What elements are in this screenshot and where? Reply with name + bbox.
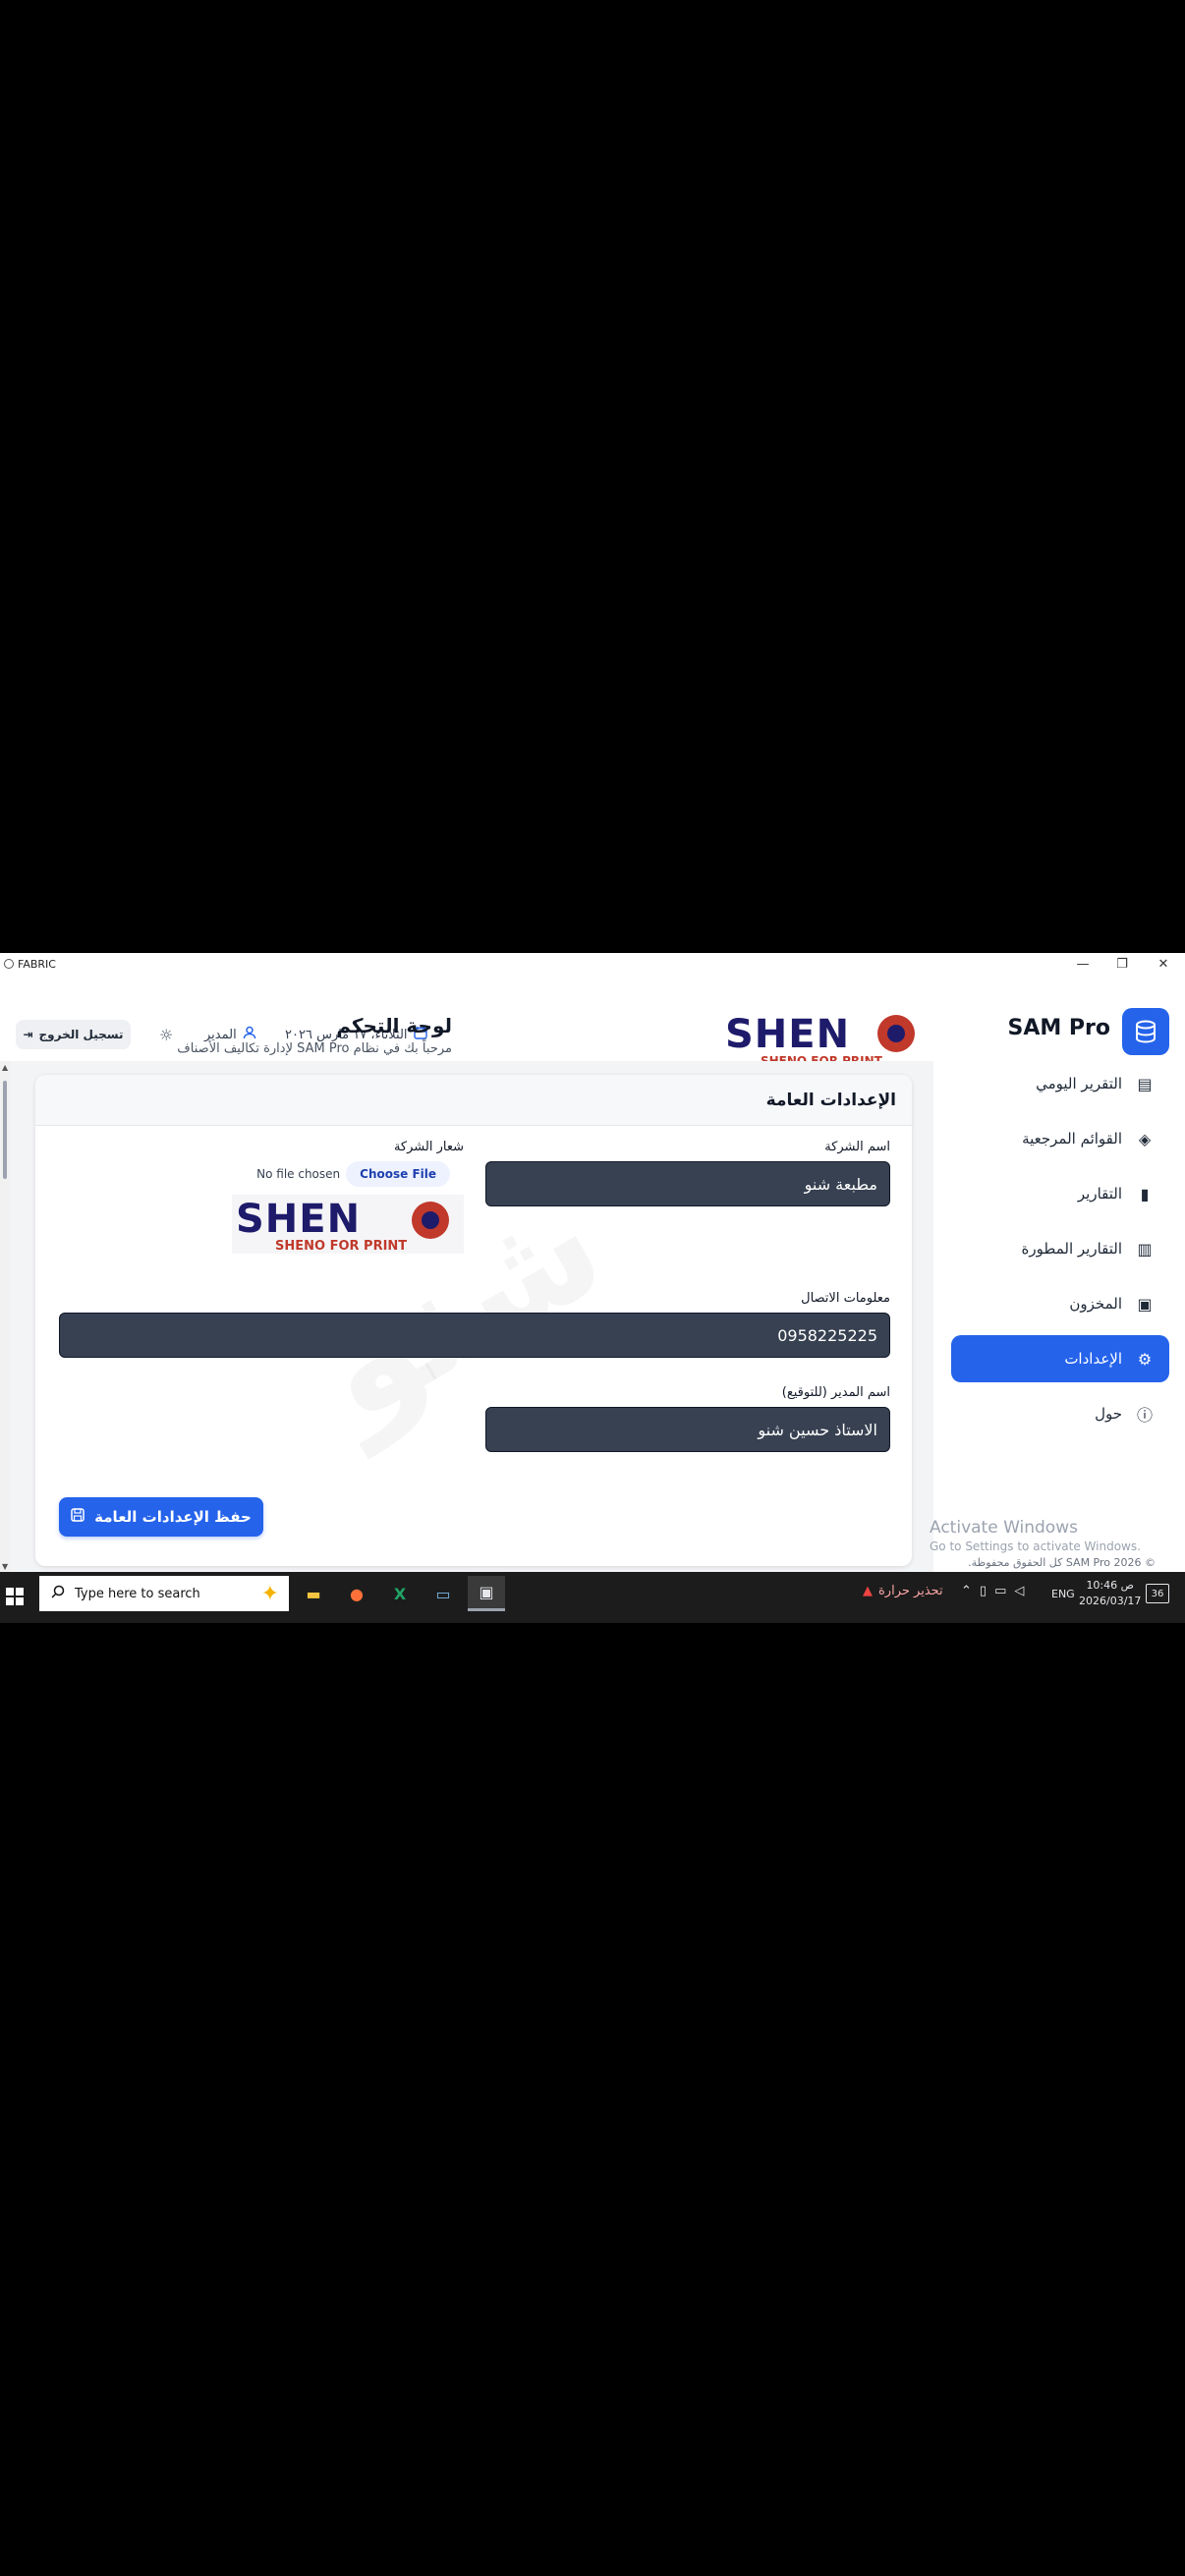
layers-icon: ◈ (1138, 1129, 1152, 1148)
sparkle-icon: ✦ (260, 1582, 279, 1606)
manager-name-label: اسم المدير (للتوقيع) (781, 1385, 890, 1400)
search-icon (51, 1585, 65, 1602)
svg-text:SHEN: SHEN (725, 1012, 850, 1057)
system-tray: ⌃ ▯ ▭ ◁ (961, 1584, 1024, 1598)
volume-icon[interactable]: ◁ (1014, 1584, 1024, 1598)
activate-windows-notice: Activate Windows Go to Settings to activ… (930, 1518, 1141, 1553)
save-icon (71, 1508, 85, 1526)
general-settings-card: شنو الإعدادات العامة اسم الشركة مطبعة شن… (35, 1075, 912, 1566)
window-titlebar: FABRIC — ❐ ✕ (0, 953, 1185, 975)
windows-start-icon[interactable] (6, 1588, 24, 1605)
save-label: حفظ الإعدادات العامة (94, 1508, 252, 1526)
company-logo-preview: SHEN SHENO FOR PRINT (232, 1195, 464, 1254)
sidebar-item-label: التقارير (1077, 1185, 1122, 1203)
firefox-icon[interactable]: ● (338, 1576, 375, 1611)
activate-line1: Activate Windows (930, 1518, 1078, 1538)
theme-toggle-icon[interactable]: ☼ (159, 1026, 173, 1044)
svg-text:SHENO FOR PRINT: SHENO FOR PRINT (275, 1239, 407, 1254)
bar-chart-icon: ▮ (1140, 1184, 1150, 1204)
scrollbar-thumb[interactable] (3, 1081, 7, 1179)
app-window: FABRIC — ❐ ✕ تسجيل الخروج ⇥ ☼ المدير الث… (0, 953, 1185, 1623)
sidebar-item-daily-report[interactable]: ▤ التقرير اليومي (951, 1060, 1169, 1107)
notepad-icon[interactable]: ▭ (424, 1576, 462, 1611)
top-header: تسجيل الخروج ⇥ ☼ المدير الثلاثاء، ١٧ مار… (0, 975, 933, 1068)
thermometer-icon: ▲ (863, 1584, 873, 1598)
manager-name-input[interactable]: الاستاذ حسين شنو (485, 1407, 890, 1452)
taskbar-search[interactable]: Type here to search ✦ (39, 1576, 289, 1611)
page-title: لوحة التحكم (336, 1014, 452, 1037)
maximize-button[interactable]: ❐ (1102, 953, 1142, 975)
device-icon[interactable]: ▯ (980, 1584, 987, 1598)
clock-date: 2026/03/17 (1079, 1595, 1142, 1607)
company-name-label: اسم الشركة (824, 1140, 890, 1154)
no-file-text: No file chosen (256, 1167, 341, 1181)
sidebar: SAM Pro ▤ التقرير اليومي ◈ القوائم المرج… (933, 975, 1185, 1572)
file-explorer-icon[interactable]: ▬ (295, 1576, 332, 1611)
svg-text:SHEN: SHEN (236, 1197, 361, 1242)
app-icon (4, 959, 14, 969)
logout-label: تسجيل الخروج (38, 1028, 124, 1041)
heat-warning[interactable]: تحذير حرارة ▲ (863, 1584, 943, 1598)
taskbar: Type here to search ✦ ▬ ● X ▭ ▣ تحذير حر… (0, 1572, 1185, 1623)
sidebar-item-label: حول (1095, 1405, 1122, 1423)
archive-icon: ▣ (1137, 1294, 1153, 1314)
company-logo-label: شعار الشركة (393, 1140, 464, 1154)
language-indicator[interactable]: ENG (1051, 1588, 1075, 1600)
scroll-up-icon[interactable]: ▲ (2, 1063, 8, 1072)
close-button[interactable]: ✕ (1144, 953, 1183, 975)
sidebar-item-advanced-reports[interactable]: ▥ التقارير المطورة (951, 1225, 1169, 1272)
copyright: © SAM Pro 2026 كل الحقوق محفوظة. (968, 1556, 1156, 1569)
clock-time: 10:46 ص (1086, 1579, 1134, 1592)
gear-icon: ⚙ (1137, 1349, 1153, 1369)
logo-file-picker[interactable]: No file chosen Choose File (256, 1161, 450, 1187)
chart-icon: ▥ (1137, 1239, 1153, 1259)
sidebar-item-reports[interactable]: ▮ التقارير (951, 1170, 1169, 1217)
sidebar-item-label: القوائم المرجعية (1022, 1130, 1122, 1148)
sheno-logo: SHEN SHENO FOR PRINT (725, 1012, 915, 1068)
sidebar-item-inventory[interactable]: ▣ المخزون (951, 1280, 1169, 1327)
contact-info-label: معلومات الاتصال (801, 1291, 890, 1306)
window-title: FABRIC (18, 957, 56, 971)
sidebar-item-reference-lists[interactable]: ◈ القوائم المرجعية (951, 1115, 1169, 1162)
fabric-app-icon[interactable]: ▣ (468, 1576, 505, 1611)
notification-icon[interactable]: 36 (1146, 1584, 1169, 1603)
brand-name: SAM Pro (1007, 1016, 1110, 1040)
sidebar-item-settings[interactable]: ⚙ الإعدادات (951, 1335, 1169, 1382)
file-icon: ▤ (1137, 1074, 1153, 1093)
heat-warning-label: تحذير حرارة (878, 1584, 943, 1598)
contact-info-input[interactable]: 0958225225 (59, 1313, 890, 1358)
choose-file-button[interactable]: Choose File (346, 1161, 450, 1187)
activate-line2: Go to Settings to activate Windows. (930, 1540, 1141, 1553)
sidebar-item-about[interactable]: ⓘ حول (951, 1390, 1169, 1437)
logout-icon: ⇥ (23, 1028, 33, 1041)
info-icon: ⓘ (1136, 1406, 1153, 1425)
excel-icon[interactable]: X (381, 1576, 419, 1611)
sidebar-item-label: التقرير اليومي (1036, 1075, 1122, 1092)
database-icon (1122, 1008, 1169, 1055)
save-settings-button[interactable]: حفظ الإعدادات العامة (59, 1497, 263, 1537)
search-placeholder: Type here to search (75, 1586, 200, 1601)
sidebar-item-label: المخزون (1069, 1295, 1122, 1313)
user-label: المدير (204, 1027, 237, 1042)
card-title: الإعدادات العامة (35, 1075, 912, 1126)
network-icon[interactable]: ▭ (994, 1584, 1006, 1598)
taskbar-clock[interactable]: 10:46 ص 2026/03/17 (1079, 1578, 1141, 1609)
scroll-down-icon[interactable]: ▼ (2, 1562, 8, 1571)
sidebar-item-label: التقارير المطورة (1021, 1240, 1122, 1258)
logout-button[interactable]: تسجيل الخروج ⇥ (16, 1020, 131, 1049)
tray-chevron-icon[interactable]: ⌃ (961, 1584, 972, 1598)
sidebar-item-label: الإعدادات (1064, 1350, 1122, 1368)
minimize-button[interactable]: — (1063, 953, 1102, 975)
page-subtitle: مرحباً بك في نظام SAM Pro لإدارة تكاليف … (177, 1041, 452, 1056)
company-name-input[interactable]: مطبعة شنو (485, 1161, 890, 1206)
